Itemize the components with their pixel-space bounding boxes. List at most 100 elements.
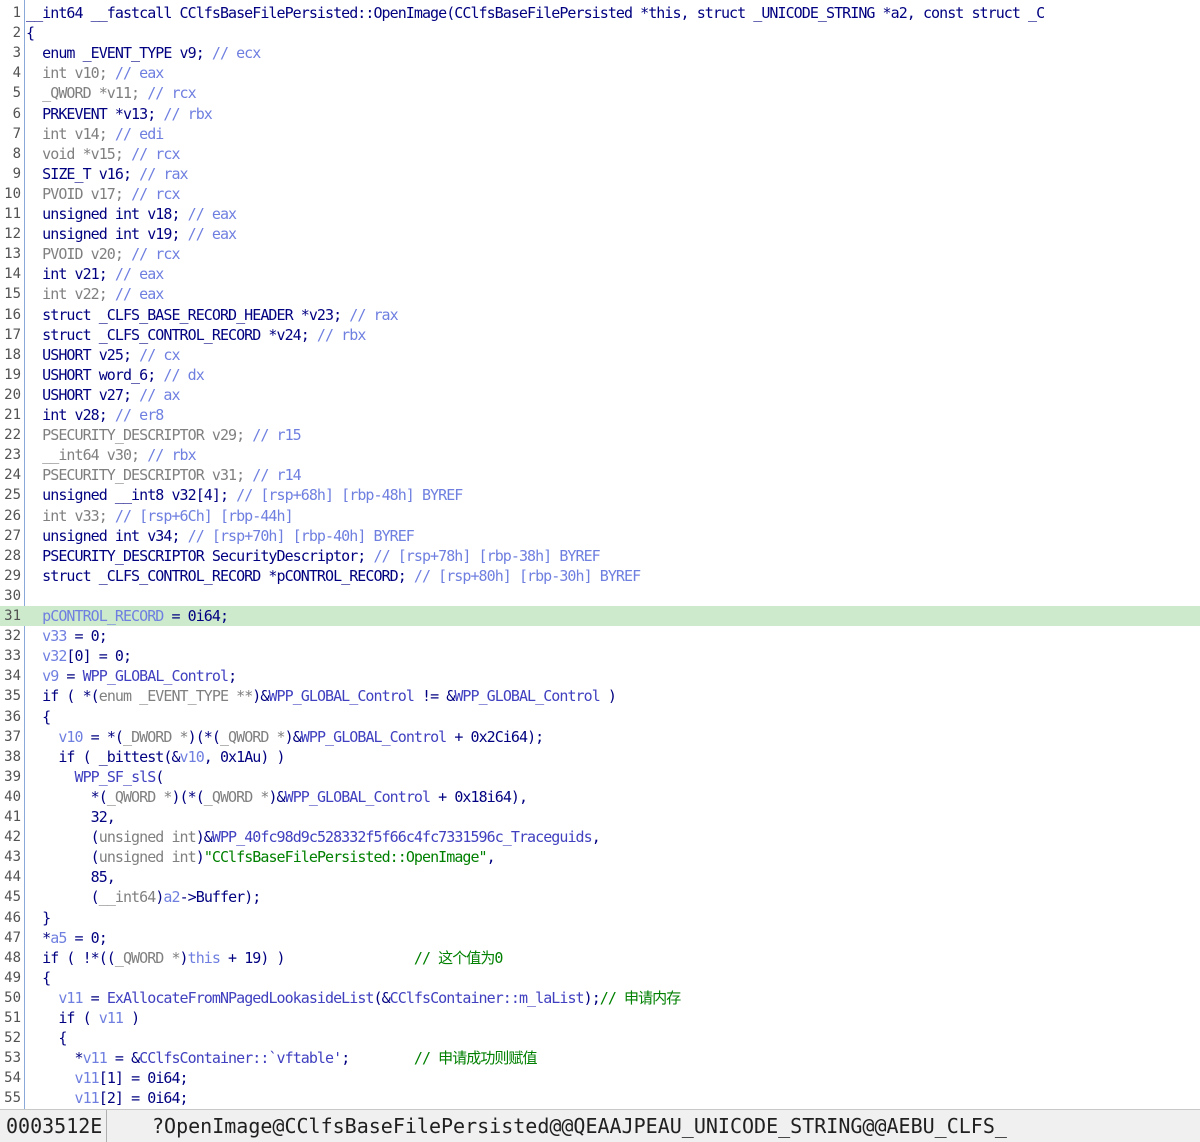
line-number: 16 xyxy=(4,306,21,323)
code-line[interactable]: 10 PVOID v17; // rcx xyxy=(0,184,1200,204)
code-text: (__int64)a2->Buffer); xyxy=(26,888,262,907)
code-line[interactable]: 41 32, xyxy=(0,807,1200,827)
line-number: 7 xyxy=(12,125,21,142)
line-number: 22 xyxy=(4,427,21,444)
code-line[interactable]: 45 (__int64)a2->Buffer); xyxy=(0,887,1200,907)
code-line[interactable]: 40 *(_QWORD *)(*(_QWORD *)&WPP_GLOBAL_Co… xyxy=(0,787,1200,807)
code-line[interactable]: 11 unsigned int v18; // eax xyxy=(0,204,1200,224)
code-line[interactable]: 48 if ( !*((_QWORD *)this + 19) ) // 这个值… xyxy=(0,948,1200,968)
code-line[interactable]: 31 pCONTROL_RECORD = 0i64; xyxy=(0,606,1200,627)
line-number: 5 xyxy=(12,85,21,102)
code-line[interactable]: 1 __int64 __fastcall CClfsBaseFilePersist… xyxy=(0,3,1200,23)
code-line[interactable]: 29 struct _CLFS_CONTROL_RECORD *pCONTROL… xyxy=(0,566,1200,586)
code-line[interactable]: 25 unsigned __int8 v32[4]; // [rsp+68h] … xyxy=(0,485,1200,505)
code-line[interactable]: 2{ xyxy=(0,23,1200,43)
code-line[interactable]: 54 v11[1] = 0i64; xyxy=(0,1068,1200,1088)
line-number: 25 xyxy=(4,487,21,504)
line-number: 23 xyxy=(4,447,21,464)
code-line[interactable]: 42 (unsigned int)&WPP_40fc98d9c528332f5f… xyxy=(0,827,1200,847)
line-number: 17 xyxy=(4,326,21,343)
code-line[interactable]: 46 } xyxy=(0,908,1200,928)
code-text: v9 = WPP_GLOBAL_Control; xyxy=(42,667,237,686)
code-text: if ( _bittest(&v10, 0x1Au) ) xyxy=(26,747,285,766)
code-line[interactable]: 37 v10 = *(_DWORD *)(*(_QWORD *)&WPP_GLO… xyxy=(0,727,1200,747)
code-text: _QWORD *v11; // rcx xyxy=(26,84,197,103)
code-line[interactable]: 20 USHORT v27; // ax xyxy=(0,385,1200,405)
code-line[interactable]: 17 struct _CLFS_CONTROL_RECORD *v24; // … xyxy=(0,325,1200,345)
code-line[interactable]: 27 unsigned int v34; // [rsp+70h] [rbp-4… xyxy=(0,526,1200,546)
line-number: 54 xyxy=(4,1070,21,1087)
code-line[interactable]: 13 PVOID v20; // rcx xyxy=(0,244,1200,264)
code-text: PVOID v17; // rcx xyxy=(26,184,180,203)
code-text: PSECURITY_DESCRIPTOR SecurityDescriptor;… xyxy=(26,546,601,565)
code-line[interactable]: 39 WPP_SF_slS( xyxy=(0,767,1200,787)
line-number: 27 xyxy=(4,527,21,544)
code-line[interactable]: 36 { xyxy=(0,707,1200,727)
code-text: int v22; // eax xyxy=(26,285,164,304)
code-line[interactable]: 51 if ( v11 ) xyxy=(0,1008,1200,1028)
code-line[interactable]: 52 { xyxy=(0,1028,1200,1048)
code-line[interactable]: 3 enum _EVENT_TYPE v9; // ecx xyxy=(0,43,1200,63)
code-line[interactable]: 50 v11 = ExAllocateFromNPagedLookasideLi… xyxy=(0,988,1200,1008)
code-text: PSECURITY_DESCRIPTOR v31; // r14 xyxy=(26,466,302,485)
code-text: *a5 = 0; xyxy=(26,928,108,947)
line-number: 49 xyxy=(4,969,21,986)
code-line[interactable]: 23 __int64 v30; // rbx xyxy=(0,445,1200,465)
line-number: 41 xyxy=(4,809,21,825)
code-line[interactable]: 24 PSECURITY_DESCRIPTOR v31; // r14 xyxy=(0,465,1200,485)
code-text: 32, xyxy=(26,808,116,826)
line-number: 55 xyxy=(4,1090,21,1107)
code-text: int v10; // eax xyxy=(26,64,164,83)
code-line[interactable]: 5 _QWORD *v11; // rcx xyxy=(0,83,1200,103)
line-number: 37 xyxy=(4,728,21,745)
code-line[interactable]: 38 if ( _bittest(&v10, 0x1Au) ) xyxy=(0,747,1200,767)
code-line[interactable]: 49 { xyxy=(0,968,1200,988)
code-line[interactable]: 9 SIZE_T v16; // rax xyxy=(0,164,1200,184)
line-number: 9 xyxy=(12,165,21,182)
code-line[interactable]: 4 int v10; // eax xyxy=(0,63,1200,83)
line-number: 30 xyxy=(4,587,21,604)
line-number: 47 xyxy=(4,929,21,946)
code-text: __int64 v30; // rbx xyxy=(26,446,197,465)
code-text: unsigned int v18; // eax xyxy=(26,205,237,223)
code-text: int v28; // er8 xyxy=(26,406,164,424)
code-line[interactable]: 16 struct _CLFS_BASE_RECORD_HEADER *v23;… xyxy=(0,305,1200,325)
line-number: 12 xyxy=(4,226,21,243)
code-line[interactable]: 18 USHORT v25; // cx xyxy=(0,345,1200,365)
code-line[interactable]: 32 v33 = 0; xyxy=(0,626,1200,646)
code-line[interactable]: 34 v9 = WPP_GLOBAL_Control; xyxy=(0,666,1200,686)
code-text: USHORT word_6; // dx xyxy=(26,365,205,384)
code-line[interactable]: 22 PSECURITY_DESCRIPTOR v29; // r15 xyxy=(0,425,1200,445)
code-line[interactable]: 12 unsigned int v19; // eax xyxy=(0,224,1200,244)
code-line[interactable]: 7 int v14; // edi xyxy=(0,124,1200,144)
code-text: struct _CLFS_CONTROL_RECORD *pCONTROL_RE… xyxy=(26,566,641,585)
code-line[interactable]: 53 *v11 = &CClfsContainer::`vftable'; //… xyxy=(0,1048,1200,1068)
line-number: 45 xyxy=(4,889,21,906)
code-text: PVOID v20; // rcx xyxy=(26,245,180,264)
code-text: v32[0] = 0; xyxy=(42,647,132,666)
line-number: 52 xyxy=(4,1030,21,1047)
code-line[interactable]: 47 *a5 = 0; xyxy=(0,928,1200,948)
code-line[interactable]: 28 PSECURITY_DESCRIPTOR SecurityDescript… xyxy=(0,546,1200,566)
code-text: PRKEVENT *v13; // rbx xyxy=(26,104,213,123)
code-line[interactable]: 43 (unsigned int)"CClfsBaseFilePersisted… xyxy=(0,847,1200,867)
code-line[interactable]: 33 v32[0] = 0; xyxy=(0,646,1200,666)
code-line[interactable]: 14 int v21; // eax xyxy=(0,264,1200,284)
code-text: 85, xyxy=(26,868,116,887)
code-line[interactable]: 19 USHORT word_6; // dx xyxy=(0,365,1200,385)
code-line[interactable]: 21 int v28; // er8 xyxy=(0,405,1200,425)
code-line[interactable]: 8 void *v15; // rcx xyxy=(0,144,1200,164)
code-line[interactable]: 15 int v22; // eax xyxy=(0,284,1200,304)
code-line[interactable]: 44 85, xyxy=(0,867,1200,887)
pseudocode-view[interactable]: 1 __int64 __fastcall CClfsBaseFilePersist… xyxy=(0,0,1200,1109)
line-number: 24 xyxy=(4,467,21,484)
code-line[interactable]: 35 if ( *(enum _EVENT_TYPE **)&WPP_GLOBA… xyxy=(0,686,1200,706)
code-text: { xyxy=(26,707,51,726)
code-line[interactable]: 6 PRKEVENT *v13; // rbx xyxy=(0,104,1200,124)
code-line[interactable]: 26 int v33; // [rsp+6Ch] [rbp-44h] xyxy=(0,506,1200,526)
code-line[interactable]: 55 v11[2] = 0i64; xyxy=(0,1088,1200,1108)
line-number: 48 xyxy=(4,949,21,966)
code-line[interactable]: 30 xyxy=(0,586,1200,606)
code-text: *v11 = &CClfsContainer::`vftable'; // 申请… xyxy=(26,1049,537,1068)
code-text: SIZE_T v16; // rax xyxy=(26,164,188,183)
